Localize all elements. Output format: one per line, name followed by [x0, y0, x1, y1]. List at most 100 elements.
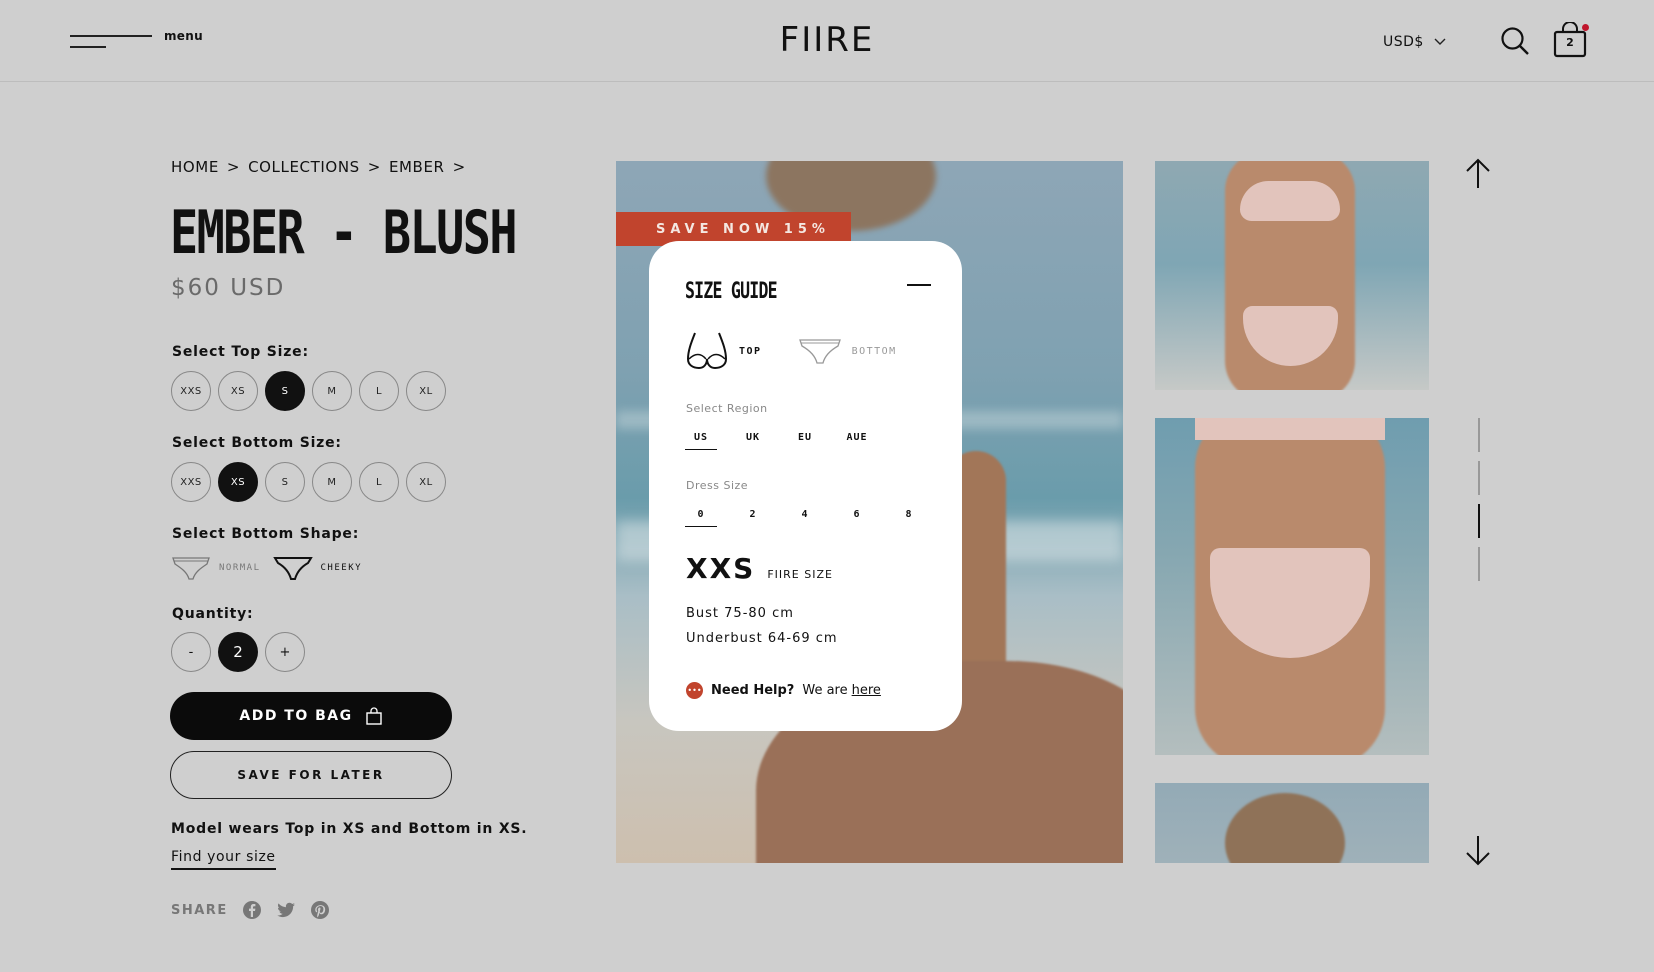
bikini-bottom-normal-icon [172, 557, 210, 580]
gallery-thumbnail-2[interactable] [1155, 418, 1429, 755]
shape-option-normal[interactable]: NORMAL [171, 554, 261, 582]
dress-size-label: Dress Size [686, 479, 749, 492]
twitter-icon[interactable] [276, 900, 296, 920]
bottom-size-option-selected[interactable]: XS [218, 462, 258, 502]
product-price: $60 USD [171, 275, 286, 301]
garment-type-selector: TOP BOTTOM [685, 331, 897, 371]
breadcrumb-collections[interactable]: COLLECTIONS [248, 158, 360, 176]
find-your-size-link[interactable]: Find your size [171, 849, 276, 870]
size-result-value: XXS [686, 552, 756, 585]
quantity-stepper: - 2 + [171, 632, 305, 672]
breadcrumb-separator: > [226, 158, 241, 176]
top-size-option[interactable]: XS [218, 371, 258, 411]
dress-size-tab[interactable]: 8 [893, 509, 925, 527]
help-heading: Need Help? [711, 683, 795, 698]
shape-option-cheeky[interactable]: CHEEKY [272, 554, 363, 582]
region-tab-aue[interactable]: AUE [841, 432, 873, 450]
gallery-thumbnail-3[interactable] [1155, 783, 1429, 863]
breadcrumb-ember[interactable]: EMBER [389, 158, 445, 176]
menu-label: menu [164, 29, 203, 43]
quantity-label: Quantity: [172, 606, 254, 622]
gallery-progress-step-active[interactable] [1478, 504, 1480, 538]
bottom-size-label: Select Bottom Size: [172, 435, 342, 451]
bottom-size-option[interactable]: L [359, 462, 399, 502]
bottom-size-option[interactable]: S [265, 462, 305, 502]
pinterest-icon[interactable] [310, 900, 330, 920]
top-size-option[interactable]: XL [406, 371, 446, 411]
share-row: SHARE [171, 900, 330, 920]
currency-selector[interactable]: USD$ [1383, 34, 1446, 50]
region-label: Select Region [686, 402, 768, 415]
type-option-top[interactable]: TOP [685, 331, 762, 371]
chat-icon: ••• [686, 682, 703, 699]
breadcrumb-separator: > [452, 158, 466, 176]
site-header: menu FIIRE USD$ 2 [0, 0, 1654, 82]
save-for-later-button[interactable]: SAVE FOR LATER [170, 751, 452, 799]
chevron-down-icon [1434, 38, 1446, 45]
bottom-size-option[interactable]: M [312, 462, 352, 502]
region-tab-eu[interactable]: EU [789, 432, 821, 450]
quantity-decrease-button[interactable]: - [171, 632, 211, 672]
gallery-thumbnail-1[interactable] [1155, 161, 1429, 390]
underbust-measurement: Underbust 64-69 cm [686, 631, 838, 646]
gallery-progress-step[interactable] [1478, 547, 1480, 581]
size-guide-title: SIZE GUIDE [685, 279, 778, 304]
add-to-bag-button[interactable]: ADD TO BAG [170, 692, 452, 740]
bottom-size-selector: XXS XS S M L XL [171, 462, 446, 502]
site-logo[interactable]: FIIRE [780, 20, 875, 60]
gallery-progress-step[interactable] [1478, 418, 1480, 452]
product-title: EMBER - BLUSH [170, 198, 518, 268]
shopping-bag-icon [365, 707, 382, 725]
dress-size-tab[interactable]: 2 [737, 509, 769, 527]
help-row: ••• Need Help? We are here [686, 682, 881, 699]
cart-notification-dot [1582, 24, 1589, 31]
top-size-label: Select Top Size: [172, 344, 309, 360]
shape-option-label: CHEEKY [320, 563, 363, 573]
type-option-label: TOP [739, 345, 762, 357]
region-tab-uk[interactable]: UK [737, 432, 769, 450]
top-size-selector: XXS XS S M L XL [171, 371, 446, 411]
bottom-size-option[interactable]: XL [406, 462, 446, 502]
share-label: SHARE [171, 902, 228, 918]
shape-option-label: NORMAL [219, 563, 261, 573]
breadcrumb: HOME > COLLECTIONS > EMBER > [171, 158, 466, 176]
arrow-down-icon[interactable] [1464, 834, 1492, 866]
help-link[interactable]: here [852, 683, 881, 698]
menu-button[interactable]: menu [70, 28, 203, 54]
bikini-top-icon [686, 332, 728, 370]
top-size-option[interactable]: XXS [171, 371, 211, 411]
currency-label: USD$ [1383, 34, 1424, 50]
breadcrumb-separator: > [367, 158, 381, 176]
dress-size-tab[interactable]: 4 [789, 509, 821, 527]
bikini-bottom-icon [798, 339, 841, 364]
search-icon[interactable] [1500, 26, 1530, 56]
top-size-option-selected[interactable]: S [265, 371, 305, 411]
top-size-option[interactable]: L [359, 371, 399, 411]
breadcrumb-home[interactable]: HOME [171, 158, 219, 176]
size-guide-modal: SIZE GUIDE TOP BOTTOM Select Region US U… [649, 241, 962, 731]
quantity-value[interactable]: 2 [218, 632, 258, 672]
region-tabs: US UK EU AUE [685, 432, 873, 450]
top-size-option[interactable]: M [312, 371, 352, 411]
bottom-shape-selector: NORMAL CHEEKY [171, 554, 362, 582]
gallery-progress-step[interactable] [1478, 461, 1480, 495]
bottom-shape-label: Select Bottom Shape: [172, 526, 360, 542]
type-option-bottom[interactable]: BOTTOM [798, 336, 897, 366]
size-result-suffix: FIIRE SIZE [767, 568, 833, 581]
bottom-size-option[interactable]: XXS [171, 462, 211, 502]
quantity-increase-button[interactable]: + [265, 632, 305, 672]
help-text: We are [802, 683, 848, 698]
dress-size-tabs: 0 2 4 6 8 [685, 509, 925, 527]
facebook-icon[interactable] [242, 900, 262, 920]
dress-size-tab[interactable]: 6 [841, 509, 873, 527]
dress-size-tab[interactable]: 0 [685, 509, 717, 527]
bust-measurement: Bust 75-80 cm [686, 606, 794, 621]
arrow-up-icon[interactable] [1464, 158, 1492, 190]
minimize-icon[interactable] [907, 277, 933, 293]
cart-count: 2 [1566, 36, 1574, 49]
region-tab-us[interactable]: US [685, 432, 717, 450]
cart-button[interactable]: 2 [1552, 22, 1589, 58]
bikini-bottom-cheeky-icon [272, 557, 313, 580]
size-result: XXS FIIRE SIZE [686, 552, 833, 585]
type-option-label: BOTTOM [851, 345, 897, 357]
